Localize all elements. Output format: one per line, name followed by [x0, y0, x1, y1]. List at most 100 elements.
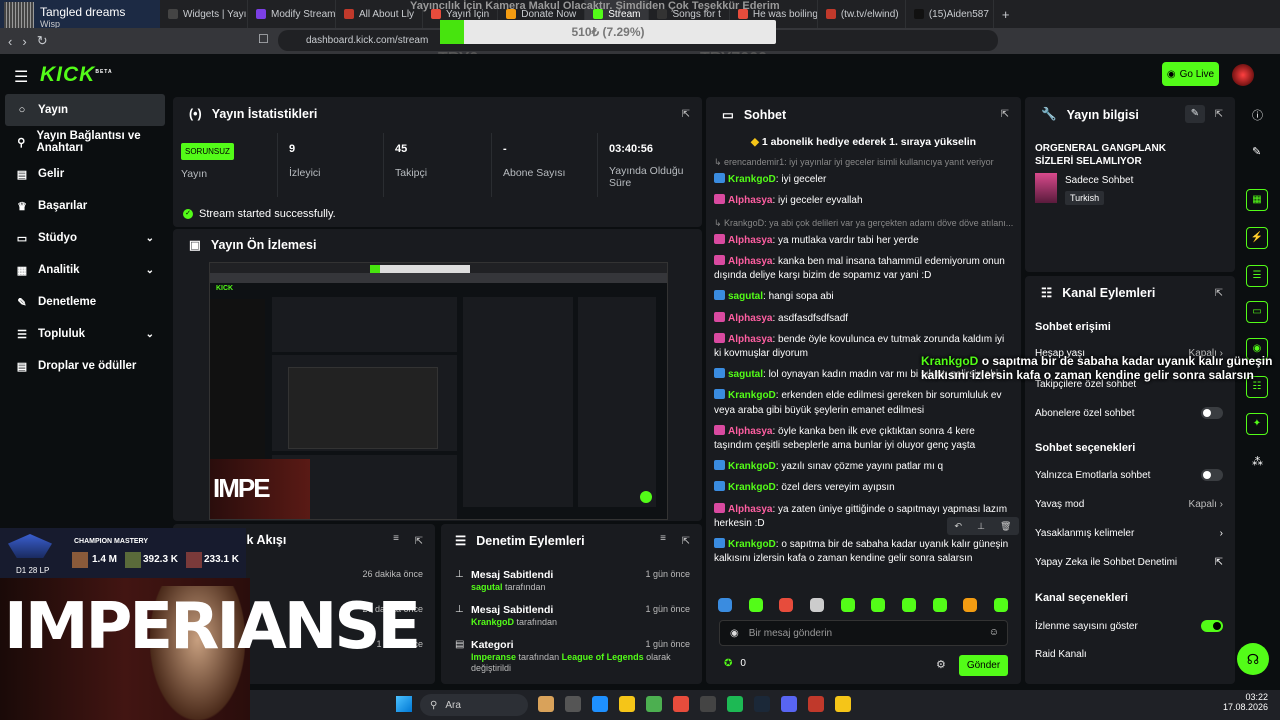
chat-reply-context[interactable]: ↳ KrankgoD: ya abi çok delileri var ya g…	[714, 216, 1014, 230]
browser-tab[interactable]: Modify Stream	[248, 0, 336, 28]
wrench-icon[interactable]: ✦	[1246, 413, 1268, 435]
popout-icon[interactable]: ⇱	[682, 109, 690, 120]
sidebar-item[interactable]: ○ Yayın	[5, 94, 165, 126]
go-live-button[interactable]: ◉ Go Live	[1162, 62, 1219, 86]
user-badge-icon	[714, 424, 725, 435]
chat-message[interactable]: KrankgoD: yazılı sınav çözme yayını patl…	[714, 460, 1014, 474]
windows-start-icon[interactable]	[396, 696, 412, 712]
show-viewers-row[interactable]: İzlenme sayısını göster	[1035, 620, 1223, 632]
chat-reply-context[interactable]: ↳ erencandemir1: iyi yayınlar iyi gecele…	[714, 155, 1014, 169]
panel-icon[interactable]: ▦	[1246, 189, 1268, 211]
emote-icon[interactable]	[718, 598, 732, 612]
emoji-icon[interactable]: ☺	[989, 627, 999, 638]
emote-icon[interactable]	[840, 598, 855, 612]
chat-message[interactable]: Alphasya: kanka ben mal insana tahammül …	[714, 255, 1014, 283]
sub-gift-banner[interactable]: ◆ 1 abonelik hediye ederek 1. sıraya yük…	[706, 131, 1021, 153]
emote-icon[interactable]	[871, 598, 886, 612]
sidebar-item[interactable]: ▦ Analitik ⌄	[0, 254, 170, 286]
bookmark-icon[interactable]: ☐	[258, 32, 269, 46]
apps-icon[interactable]: ⁂	[1252, 455, 1263, 468]
back-icon[interactable]: ‹	[8, 34, 12, 49]
tab-favicon-icon	[825, 9, 836, 19]
new-tab-button[interactable]: +	[994, 7, 1018, 22]
sidebar-item[interactable]: ♛ Başarılar	[0, 190, 170, 222]
chat-message[interactable]: sagutal: hangi sopa abi	[714, 290, 1014, 304]
taskbar-app-icon[interactable]	[700, 696, 716, 712]
chat-icon[interactable]: ▭	[1246, 301, 1268, 323]
taskbar-app-icon[interactable]	[538, 696, 554, 712]
chat-message[interactable]: KrankgoD: özel ders vereyim ayıpsın	[714, 481, 1014, 495]
pin-icon[interactable]: ⊥	[977, 521, 985, 532]
settings-icon[interactable]: ⚙	[936, 658, 946, 671]
popout-icon[interactable]: ⇱	[1215, 109, 1223, 120]
popout-icon[interactable]: ⇱	[1001, 109, 1009, 120]
chat-message[interactable]: Alphasya: öyle kanka ben ilk eve çıktıkt…	[714, 424, 1014, 453]
chat-message[interactable]: KrankgoD: o sapıtma bir de sabaha kadar …	[714, 538, 1014, 566]
emote-icon[interactable]	[748, 598, 763, 612]
nav-icon: ⚲	[17, 136, 26, 149]
emote-icon[interactable]	[779, 598, 794, 612]
browser-tab[interactable]: (15)Aiden587	[906, 0, 994, 28]
taskbar-app-icon[interactable]	[781, 696, 797, 712]
popout-icon[interactable]: ⇱	[682, 536, 690, 547]
pencil-icon[interactable]: ✎	[1252, 145, 1261, 158]
raid-row[interactable]: Raid Kanalı	[1035, 649, 1223, 660]
sidebar-item[interactable]: ▤ Droplar ve ödüller	[0, 350, 170, 382]
taskbar-app-icon[interactable]	[592, 696, 608, 712]
stream-preview-video[interactable]: KICK IMPE	[209, 262, 668, 520]
emotes-only-row[interactable]: Yalnızca Emotlarla sohbet	[1035, 469, 1223, 481]
chat-input[interactable]: ◉ Bir mesaj gönderin ☺	[719, 620, 1008, 646]
pin-icon: ⊥	[455, 569, 464, 580]
sidebar-item[interactable]: ▤ Gelir	[0, 158, 170, 190]
reply-icon[interactable]: ↶	[955, 521, 963, 532]
popout-icon[interactable]: ⇱	[415, 536, 423, 547]
shield-icon: ◉	[730, 627, 739, 639]
help-icon[interactable]: ☊	[1237, 643, 1269, 675]
show-viewers-toggle[interactable]	[1201, 620, 1223, 632]
taskbar-app-icon[interactable]	[646, 696, 662, 712]
browser-tab[interactable]: Widgets | Yayın	[160, 0, 248, 28]
popout-icon[interactable]: ⇱	[1215, 288, 1223, 299]
emote-icon[interactable]	[932, 598, 947, 612]
chat-message[interactable]: KrankgoD: iyi geceler	[714, 173, 1014, 187]
sidebar-item[interactable]: ☰ Topluluk ⌄	[0, 318, 170, 350]
emote-bar	[718, 598, 1008, 614]
chat-message[interactable]: Alphasya: iyi geceler eyvallah	[714, 194, 1014, 208]
taskbar-app-icon[interactable]	[619, 696, 635, 712]
reload-icon[interactable]: ↻	[37, 33, 48, 49]
forward-icon[interactable]: ›	[22, 34, 26, 49]
sidebar-item[interactable]: ✎ Denetleme	[0, 286, 170, 318]
taskbar-search[interactable]: ⚲ Ara	[420, 694, 528, 716]
edit-icon[interactable]: ✎	[1185, 105, 1205, 123]
taskbar-app-icon[interactable]	[808, 696, 824, 712]
avatar[interactable]	[1232, 64, 1254, 86]
kick-logo[interactable]: KICKBETA	[40, 63, 113, 87]
filter-icon[interactable]: ≡	[393, 533, 399, 544]
sidebar-item[interactable]: ▭ Stüdyo ⌄	[0, 222, 170, 254]
slow-mode-row[interactable]: Yavaş mod Kapalı ›	[1035, 499, 1223, 510]
taskbar-app-icon[interactable]	[673, 696, 689, 712]
taskbar-app-icon[interactable]	[565, 696, 581, 712]
emote-icon[interactable]	[993, 598, 1008, 612]
chat-message[interactable]: Alphasya: asdfasdfsdfsadf	[714, 311, 1014, 326]
ai-mod-row[interactable]: Yapay Zeka ile Sohbet Denetimi ⇱	[1035, 557, 1223, 568]
send-button[interactable]: Gönder	[959, 655, 1008, 676]
emote-icon[interactable]	[963, 598, 978, 612]
info-icon[interactable]: ⓘ	[1252, 107, 1263, 123]
banned-words-row[interactable]: Yasaklanmış kelimeler ›	[1035, 528, 1223, 539]
taskbar-app-icon[interactable]	[727, 696, 743, 712]
sidebar-item[interactable]: ⚲ Yayın Bağlantısı ve Anahtarı	[0, 126, 170, 158]
taskbar-app-icon[interactable]	[754, 696, 770, 712]
emotes-only-toggle[interactable]	[1201, 469, 1223, 481]
bolt-icon[interactable]: ⚡	[1246, 227, 1268, 249]
emote-icon[interactable]	[901, 598, 916, 612]
chat-message[interactable]: Alphasya: ya mutlaka vardır tabi her yer…	[714, 233, 1014, 248]
browser-tab[interactable]: (tw.tv/elwind)	[818, 0, 906, 28]
menu-icon[interactable]: ☰	[14, 67, 28, 87]
filter-icon[interactable]: ≡	[660, 533, 666, 544]
list-icon[interactable]: ☰	[1246, 265, 1268, 287]
taskbar-app-icon[interactable]	[835, 696, 851, 712]
delete-icon[interactable]: 🗑	[1000, 521, 1011, 532]
emote-icon[interactable]	[809, 598, 824, 612]
system-clock[interactable]: 03:22 17.08.2026	[1210, 692, 1268, 712]
